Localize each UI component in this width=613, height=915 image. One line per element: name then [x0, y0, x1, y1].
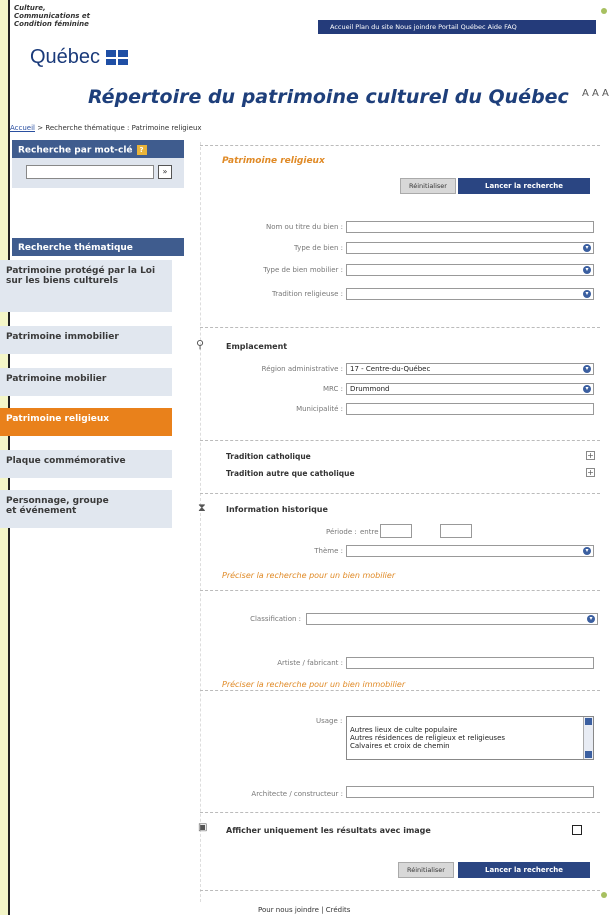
- classification-label: Classification :: [250, 615, 301, 623]
- divider: [200, 327, 600, 328]
- keyword-search-header: Recherche par mot-clé?: [12, 140, 184, 158]
- theme-select[interactable]: ▾: [346, 545, 594, 557]
- reset-button-top[interactable]: Réinitialiser: [400, 178, 456, 194]
- classification-select[interactable]: ▾: [306, 613, 598, 625]
- quebec-logo-text[interactable]: Québec: [30, 46, 100, 69]
- keyword-search-input[interactable]: [26, 165, 154, 179]
- sidebar: Recherche par mot-clé? »: [12, 140, 184, 188]
- expand-icon[interactable]: +: [586, 468, 595, 477]
- help-icon[interactable]: ?: [136, 145, 147, 155]
- chevron-down-icon: ▾: [583, 244, 591, 252]
- usage-option[interactable]: Calvaires et croix de chemin: [347, 742, 593, 750]
- footer-links[interactable]: Pour nous joindre | Crédits: [258, 906, 350, 914]
- sidebar-item-religieux[interactable]: Patrimoine religieux: [0, 408, 172, 436]
- ministry-line: Communications et: [14, 12, 91, 20]
- text-size-control[interactable]: A A A: [582, 88, 609, 99]
- expand-icon[interactable]: +: [586, 451, 595, 460]
- region-label: Région administrative :: [261, 365, 343, 373]
- mrc-value: Drummond: [350, 385, 390, 393]
- image-icon: ▣: [198, 822, 208, 833]
- architect-label: Architecte / constructeur :: [251, 790, 343, 798]
- period-start-input[interactable]: [380, 524, 412, 538]
- divider: [200, 690, 600, 691]
- architect-input[interactable]: [346, 786, 594, 798]
- usage-listbox[interactable]: Autres lieux de culte populaire Autres r…: [346, 716, 594, 760]
- mrc-label: MRC :: [322, 385, 343, 393]
- keyword-search-button[interactable]: »: [158, 165, 172, 179]
- ministry-line: Condition féminine: [14, 20, 89, 28]
- search-button-bottom[interactable]: Lancer la recherche: [458, 862, 590, 878]
- listbox-scrollbar[interactable]: [583, 717, 593, 759]
- artist-label: Artiste / fabricant :: [277, 659, 343, 667]
- quebec-flag-icon: [106, 50, 128, 65]
- divider: [200, 590, 600, 591]
- site-title: Répertoire du patrimoine culturel du Qué…: [88, 86, 569, 108]
- chevron-down-icon: ▾: [587, 615, 595, 623]
- period-between: entre: [360, 528, 379, 536]
- type-select[interactable]: ▾: [346, 242, 594, 254]
- period-label: Période :: [326, 528, 357, 536]
- chevron-down-icon: ▾: [583, 385, 591, 393]
- search-button-top[interactable]: Lancer la recherche: [458, 178, 590, 194]
- name-input[interactable]: [346, 221, 594, 233]
- decor-dot: [601, 892, 607, 898]
- tradition-catholic-toggle[interactable]: Tradition catholique: [226, 452, 311, 461]
- mobilier-section-title: Préciser la recherche pour un bien mobil…: [222, 571, 396, 580]
- sidebar-item-plaque[interactable]: Plaque commémorative: [0, 450, 172, 478]
- municipality-input[interactable]: [346, 403, 594, 415]
- decor-dot: [601, 8, 607, 14]
- location-title: Emplacement: [226, 342, 288, 351]
- artist-input[interactable]: [346, 657, 594, 669]
- sidebar-item-immobilier[interactable]: Patrimoine immobilier: [0, 326, 172, 354]
- region-select[interactable]: 17 - Centre-du-Québec ▾: [346, 363, 594, 375]
- ministry-name: Culture, Communications et Condition fém…: [14, 4, 194, 28]
- region-value: 17 - Centre-du-Québec: [350, 365, 431, 373]
- chevron-down-icon: ▾: [583, 266, 591, 274]
- divider: [200, 440, 600, 441]
- thematic-search-header: Recherche thématique: [12, 238, 184, 256]
- hourglass-icon: ⧗: [198, 501, 206, 514]
- divider: [200, 890, 600, 891]
- immobilier-section-title: Préciser la recherche pour un bien immob…: [222, 680, 406, 689]
- usage-label: Usage :: [316, 717, 343, 725]
- tradition-other-toggle[interactable]: Tradition autre que catholique: [226, 469, 355, 478]
- tradition-label: Tradition religieuse :: [271, 290, 343, 298]
- breadcrumb: Accueil > Recherche thématique : Patrimo…: [10, 124, 202, 132]
- divider: [200, 493, 600, 494]
- keyword-search-box: »: [12, 158, 184, 188]
- theme-label: Thème :: [314, 547, 343, 555]
- usage-option[interactable]: Autres lieux de culte populaire: [347, 726, 593, 734]
- municipality-label: Municipalité :: [296, 405, 343, 413]
- images-only-label: Afficher uniquement les résultats avec i…: [226, 826, 431, 835]
- reset-button-bottom[interactable]: Réinitialiser: [398, 862, 454, 878]
- period-end-input[interactable]: [440, 524, 472, 538]
- type-mobilier-select[interactable]: ▾: [346, 264, 594, 276]
- location-icon: ⚲: [196, 338, 205, 351]
- breadcrumb-trail: > Recherche thématique : Patrimoine reli…: [35, 124, 202, 132]
- type-mobilier-label: Type de bien mobilier :: [263, 266, 343, 274]
- sidebar-item-mobilier[interactable]: Patrimoine mobilier: [0, 368, 172, 396]
- ministry-line: Culture,: [14, 4, 46, 12]
- section-title: Patrimoine religieux: [222, 156, 325, 166]
- history-title: Information historique: [226, 505, 328, 514]
- divider: [200, 812, 600, 813]
- images-only-checkbox[interactable]: [572, 825, 582, 835]
- breadcrumb-home-link[interactable]: Accueil: [10, 124, 35, 132]
- tradition-select[interactable]: ▾: [346, 288, 594, 300]
- column-divider: [200, 142, 201, 902]
- chevron-down-icon: ▾: [583, 547, 591, 555]
- type-label: Type de bien :: [294, 244, 343, 252]
- sidebar-item-personnage[interactable]: Personnage, groupe et événement: [0, 490, 172, 528]
- name-label: Nom ou titre du bien :: [265, 223, 343, 231]
- chevron-down-icon: ▾: [583, 290, 591, 298]
- mrc-select[interactable]: Drummond ▾: [346, 383, 594, 395]
- sidebar-item-protected-heritage[interactable]: Patrimoine protégé par la Loi sur les bi…: [0, 260, 172, 312]
- top-navigation[interactable]: Accueil Plan du site Nous joindre Portai…: [318, 20, 596, 34]
- keyword-search-title: Recherche par mot-clé: [18, 145, 133, 156]
- usage-option[interactable]: Autres résidences de religieux et religi…: [347, 734, 593, 742]
- chevron-down-icon: ▾: [583, 365, 591, 373]
- divider: [200, 145, 600, 146]
